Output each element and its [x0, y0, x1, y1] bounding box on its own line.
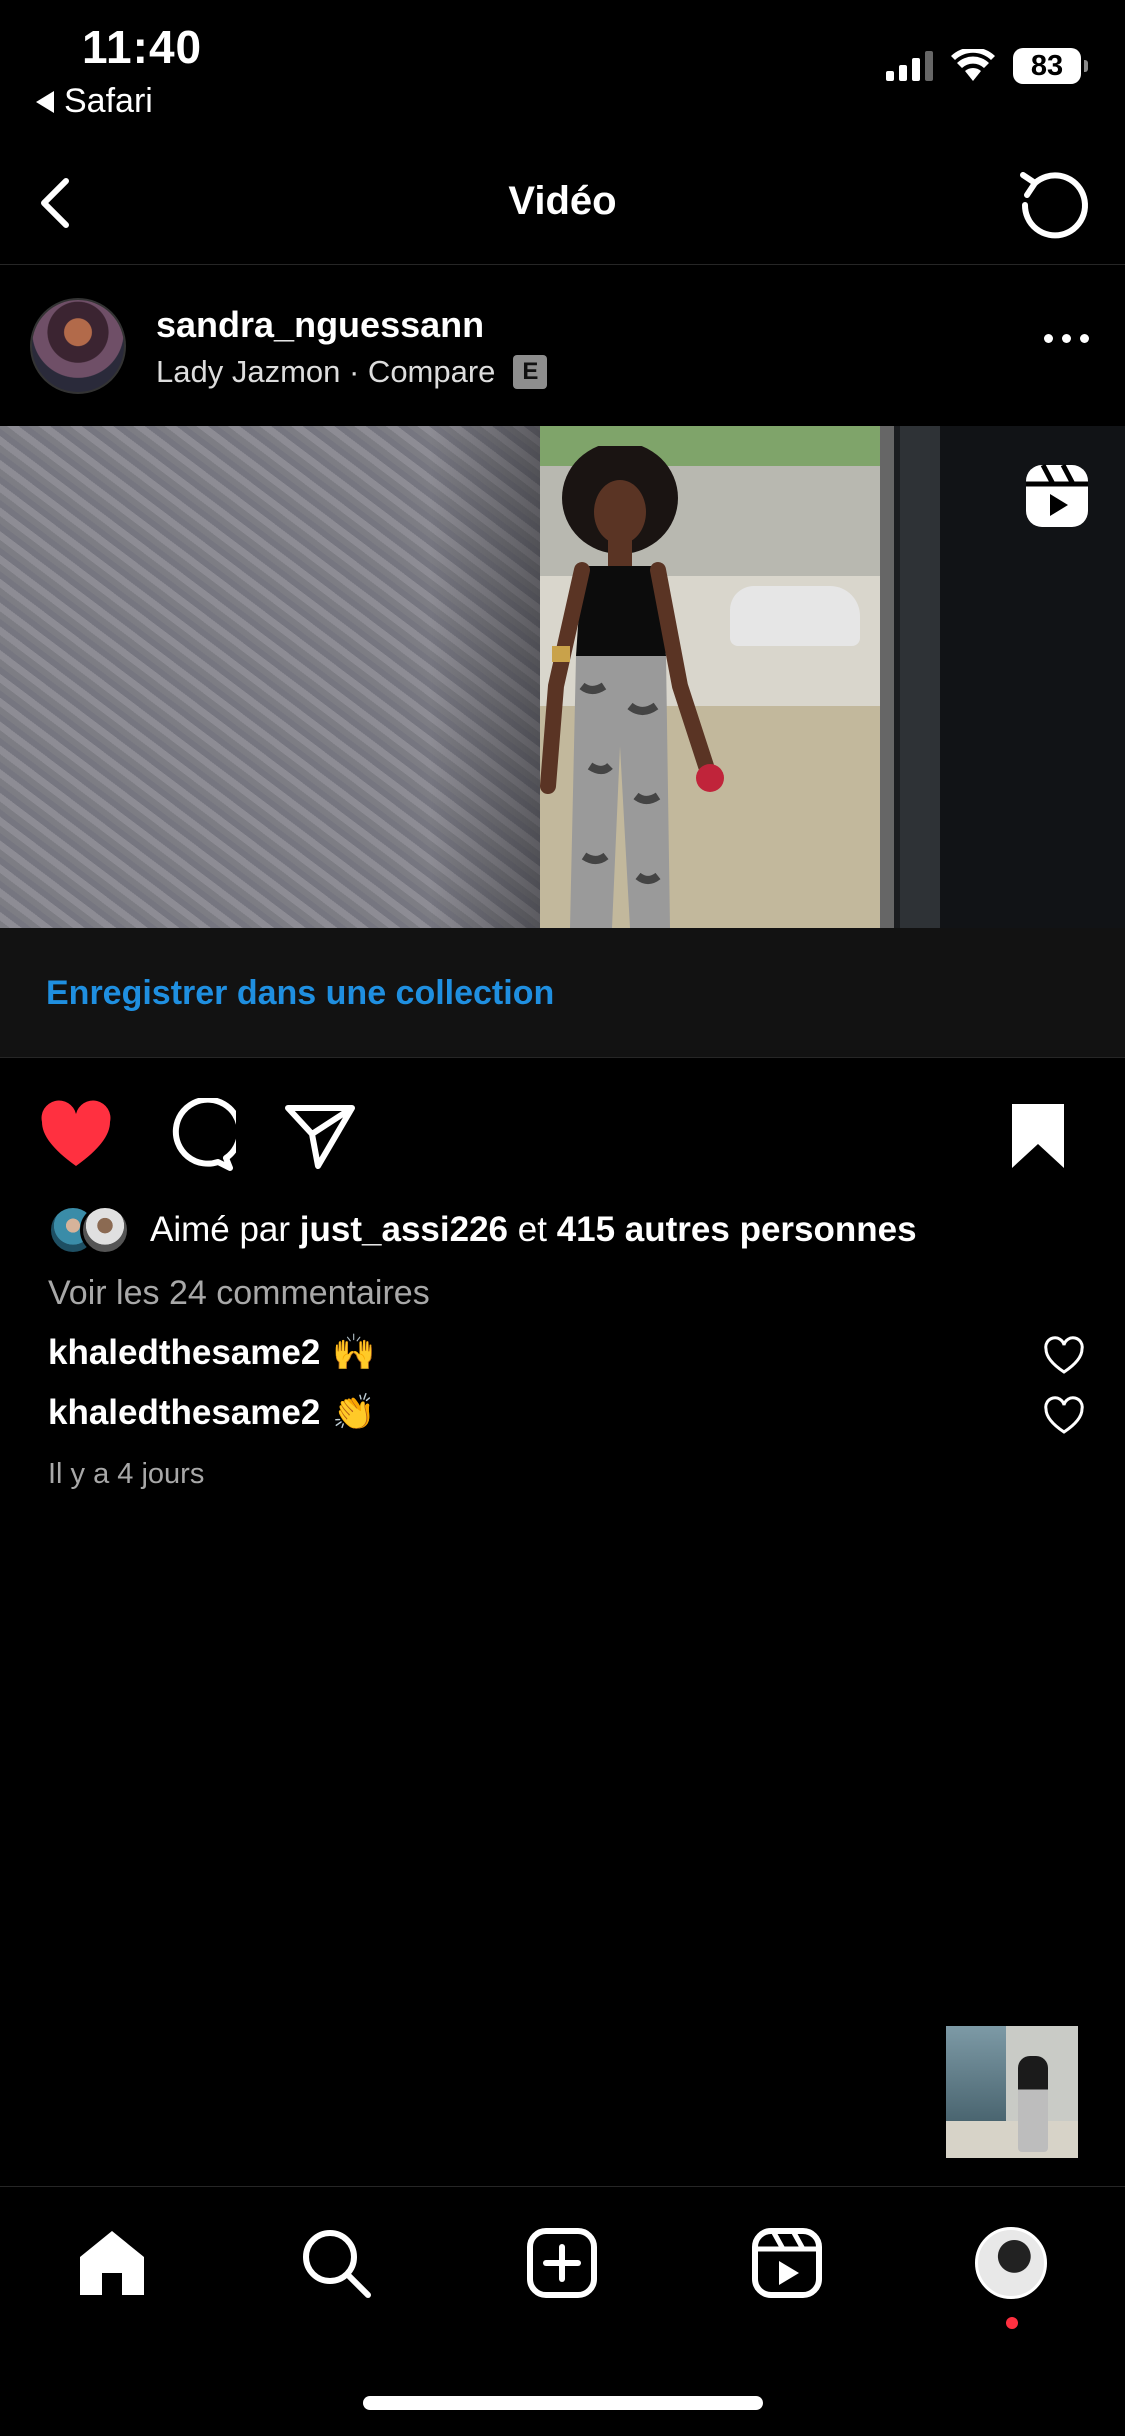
- paper-plane-icon[interactable]: [282, 1098, 358, 1174]
- comment-text: 👏: [332, 1393, 376, 1432]
- save-to-collection-link[interactable]: Enregistrer dans une collection: [46, 974, 554, 1013]
- liker-username[interactable]: just_assi226: [300, 1210, 508, 1249]
- explicit-badge: E: [513, 355, 548, 389]
- author-username[interactable]: sandra_nguessann: [156, 304, 484, 346]
- save-to-collection-bar: Enregistrer dans une collection: [0, 928, 1125, 1058]
- audio-label: Lady Jazmon · Compare: [156, 354, 496, 389]
- likes-text: Aimé par just_assi226 et 415 autres pers…: [150, 1210, 917, 1249]
- likes-summary[interactable]: Aimé par just_assi226 et 415 autres pers…: [48, 1200, 917, 1260]
- refresh-icon[interactable]: [1011, 159, 1097, 245]
- nav-header: Vidéo: [0, 145, 1125, 265]
- comment-item: khaledthesame2 👏: [48, 1392, 376, 1433]
- home-icon[interactable]: [72, 2223, 152, 2303]
- battery-icon: 83: [1013, 48, 1088, 84]
- cellular-signal-icon: [886, 51, 933, 81]
- bookmark-filled-icon[interactable]: [1000, 1098, 1076, 1174]
- comment-heart-icon[interactable]: [1043, 1336, 1085, 1378]
- comment-bubble-icon[interactable]: [160, 1098, 236, 1174]
- comment-item: khaledthesame2 🙌: [48, 1332, 376, 1373]
- create-post-icon[interactable]: [522, 2223, 602, 2303]
- post-video[interactable]: [0, 426, 1125, 928]
- wifi-icon: [951, 49, 995, 81]
- view-all-comments-link[interactable]: Voir les 24 commentaires: [48, 1274, 430, 1313]
- status-indicators: 83: [886, 48, 1088, 84]
- likes-others[interactable]: 415 autres personnes: [557, 1210, 917, 1249]
- liker-avatar: [80, 1205, 130, 1255]
- notification-dot: [1006, 2317, 1018, 2329]
- reels-tab-icon[interactable]: [747, 2223, 827, 2303]
- author-avatar[interactable]: [30, 298, 126, 394]
- profile-tab-avatar[interactable]: [975, 2227, 1047, 2299]
- post-timestamp: Il y a 4 jours: [48, 1458, 205, 1490]
- search-icon[interactable]: [296, 2223, 376, 2303]
- heart-filled-icon[interactable]: [38, 1098, 114, 1174]
- post-actions: [0, 1058, 1125, 1208]
- more-options-icon[interactable]: [1044, 324, 1089, 353]
- back-app-label: Safari: [64, 82, 153, 120]
- status-time: 11:40: [82, 21, 203, 73]
- status-bar: 11:40 Safari 83: [0, 0, 1125, 125]
- comment-username[interactable]: khaledthesame2: [48, 1333, 320, 1373]
- post-header: sandra_nguessann Lady Jazmon · Compare E: [0, 266, 1125, 426]
- page-title: Vidéo: [508, 179, 617, 223]
- mini-video-player[interactable]: [946, 2026, 1078, 2158]
- reels-icon: [1026, 463, 1088, 527]
- comment-username[interactable]: khaledthesame2: [48, 1393, 320, 1433]
- back-to-app-link[interactable]: Safari: [36, 82, 153, 121]
- audio-attribution[interactable]: Lady Jazmon · Compare E: [156, 354, 548, 390]
- video-person: [540, 446, 724, 928]
- comment-text: 🙌: [332, 1333, 376, 1372]
- home-indicator[interactable]: [363, 2396, 763, 2410]
- comment-heart-icon[interactable]: [1043, 1396, 1085, 1438]
- back-triangle-icon: [36, 90, 54, 113]
